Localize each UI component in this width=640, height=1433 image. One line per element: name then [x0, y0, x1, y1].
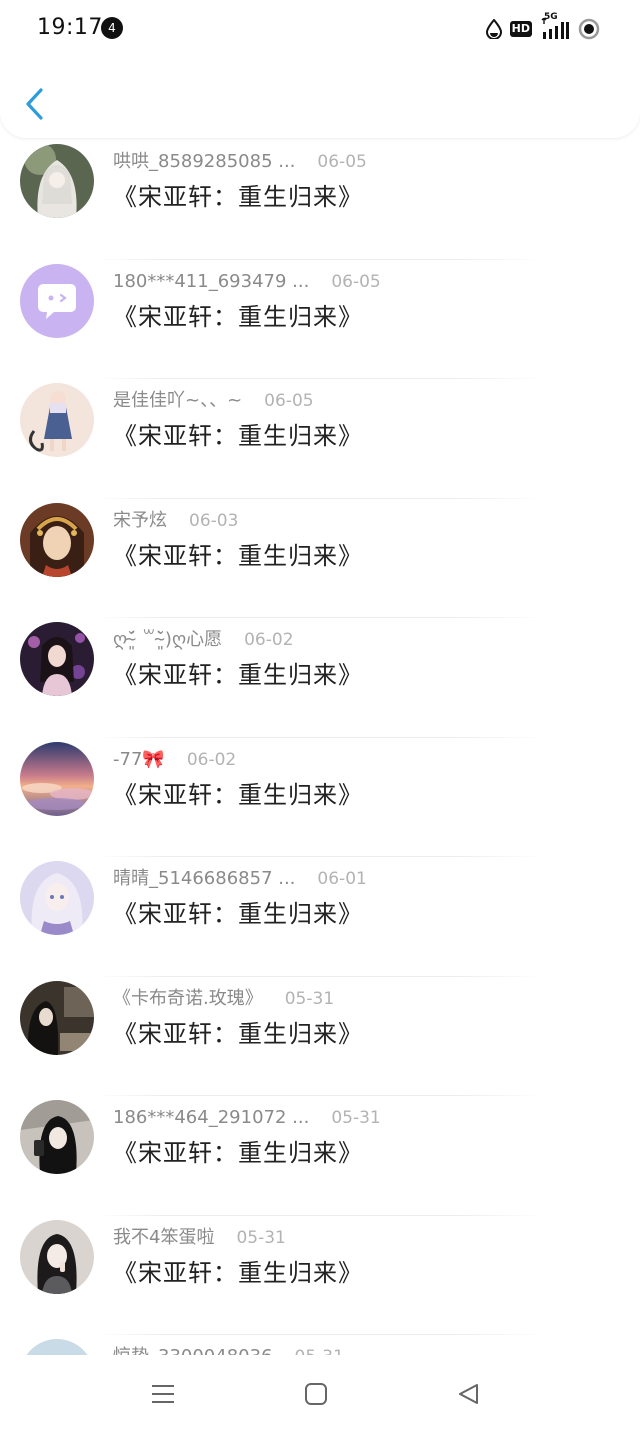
- list-item[interactable]: 哄哄_8589285085 ... 06-05 《宋亚轩：重生归来》: [0, 140, 640, 260]
- back-triangle-icon: [459, 1384, 478, 1404]
- list-item[interactable]: 宋予炫 06-03 《宋亚轩：重生归来》: [0, 499, 640, 618]
- item-meta: 哄哄_8589285085 ... 06-05: [113, 151, 367, 173]
- comment-text: 《宋亚轩：重生归来》: [113, 541, 363, 570]
- avatar[interactable]: [20, 1339, 94, 1355]
- item-meta: ღ˘̴͈́ ꒳˘̴͈̀)ღ心愿 06-02: [113, 629, 294, 651]
- list-item[interactable]: 180***411_693479 ... 06-05 《宋亚轩：重生归来》: [0, 260, 640, 379]
- nickname[interactable]: 哄哄_8589285085 ...: [113, 151, 295, 172]
- item-meta: 是佳佳吖~、、~ 06-05: [113, 390, 314, 412]
- hd-icon: HD: [509, 21, 532, 37]
- avatar[interactable]: [20, 1219, 94, 1294]
- navigation-bar: [0, 1355, 640, 1433]
- item-meta: 惊蛰_3300048036 05-31: [113, 1346, 344, 1355]
- nickname[interactable]: 是佳佳吖~、、~: [113, 390, 242, 411]
- item-meta: 186***464_291072 ... 05-31: [113, 1107, 381, 1129]
- comment-text: 《宋亚轩：重生归来》: [113, 302, 363, 331]
- back-button[interactable]: [20, 84, 52, 124]
- comment-list: 哄哄_8589285085 ... 06-05 《宋亚轩：重生归来》 180***…: [0, 140, 640, 1355]
- record-icon: [578, 18, 600, 40]
- drop-icon: [485, 19, 502, 39]
- comment-text: 《宋亚轩：重生归来》: [113, 900, 363, 928]
- list-item[interactable]: -77🎀 06-02 《宋亚轩：重生归来》: [0, 738, 640, 857]
- comment-date: 06-05: [317, 152, 367, 172]
- item-meta: 晴晴_5146686857 ... 06-01: [113, 868, 367, 890]
- list-item[interactable]: 我不4笨蛋啦 05-31 《宋亚轩：重生归来》: [0, 1216, 640, 1335]
- comment-date: 06-02: [186, 749, 237, 770]
- item-meta: 《卡布奇诺.玫瑰》 05-31: [113, 988, 334, 1010]
- avatar[interactable]: [20, 144, 94, 218]
- home-button[interactable]: [301, 1379, 331, 1409]
- list-item[interactable]: ღ˘̴͈́ ꒳˘̴͈̀)ღ心愿 06-02 《宋亚轩：重生归来》: [0, 618, 640, 738]
- item-meta: -77🎀 06-02: [113, 749, 236, 771]
- list-item[interactable]: 《卡布奇诺.玫瑰》 05-31 《宋亚轩：重生归来》: [0, 977, 640, 1096]
- nickname[interactable]: ღ˘̴͈́ ꒳˘̴͈̀)ღ心愿: [113, 629, 222, 650]
- nickname[interactable]: 180***411_693479 ...: [113, 271, 309, 292]
- comment-text: 《宋亚轩：重生归来》: [113, 780, 363, 809]
- home-square-icon: [305, 1383, 327, 1405]
- comment-date: 05-31: [295, 1347, 344, 1355]
- status-icons: HD 5G: [485, 12, 600, 44]
- avatar[interactable]: [20, 741, 94, 816]
- avatar[interactable]: [20, 383, 94, 457]
- comment-text: 《宋亚轩：重生归来》: [113, 1019, 363, 1048]
- chevron-left-icon: [26, 88, 43, 120]
- comment-date: 05-31: [284, 988, 335, 1009]
- comment-date: 06-05: [264, 391, 314, 411]
- list-item[interactable]: 是佳佳吖~、、~ 06-05 《宋亚轩：重生归来》: [0, 379, 640, 499]
- list-item[interactable]: 186***464_291072 ... 05-31 《宋亚轩：重生归来》: [0, 1096, 640, 1216]
- menu-button[interactable]: [148, 1379, 178, 1409]
- status-bar: 19:17 4 HD 5G: [0, 0, 640, 56]
- avatar[interactable]: [20, 861, 94, 935]
- list-item[interactable]: 惊蛰_3300048036 05-31: [0, 1335, 640, 1355]
- menu-icon: [152, 1385, 174, 1403]
- avatar[interactable]: [20, 502, 94, 577]
- item-meta: 我不4笨蛋啦 05-31: [113, 1227, 286, 1249]
- comment-text: 《宋亚轩：重生归来》: [113, 422, 363, 450]
- item-meta: 180***411_693479 ... 06-05: [113, 271, 381, 293]
- back-nav-button[interactable]: [454, 1379, 484, 1409]
- comment-text: 《宋亚轩：重生归来》: [113, 183, 363, 211]
- signal-icon: 5G: [540, 12, 570, 40]
- avatar[interactable]: [20, 263, 94, 338]
- list-item[interactable]: 晴晴_5146686857 ... 06-01 《宋亚轩：重生归来》: [0, 857, 640, 977]
- comment-text: 《宋亚轩：重生归来》: [113, 1258, 363, 1287]
- comment-date: 06-03: [189, 510, 239, 531]
- nickname[interactable]: 186***464_291072 ...: [113, 1107, 309, 1128]
- comment-date: 06-02: [244, 630, 294, 650]
- comment-date: 06-01: [317, 869, 367, 889]
- status-time: 19:17: [37, 15, 103, 40]
- nickname[interactable]: 晴晴_5146686857 ...: [113, 868, 295, 889]
- nickname[interactable]: 宋予炫: [113, 510, 167, 531]
- item-meta: 宋予炫 06-03: [113, 510, 238, 532]
- avatar[interactable]: [20, 622, 94, 696]
- comment-text: 《宋亚轩：重生归来》: [113, 1139, 363, 1167]
- header: [0, 56, 640, 138]
- notification-badge: 4: [101, 17, 123, 39]
- nickname[interactable]: 惊蛰_3300048036: [113, 1346, 273, 1355]
- nickname[interactable]: 我不4笨蛋啦: [113, 1227, 214, 1248]
- comment-date: 05-31: [236, 1227, 286, 1248]
- avatar[interactable]: [20, 1100, 94, 1174]
- nickname[interactable]: -77🎀: [113, 749, 165, 770]
- avatar[interactable]: [20, 980, 94, 1055]
- nickname[interactable]: 《卡布奇诺.玫瑰》: [113, 988, 263, 1009]
- comment-date: 06-05: [331, 271, 381, 292]
- comment-text: 《宋亚轩：重生归来》: [113, 661, 363, 689]
- network-label: 5G: [544, 12, 558, 22]
- comment-date: 05-31: [331, 1108, 381, 1128]
